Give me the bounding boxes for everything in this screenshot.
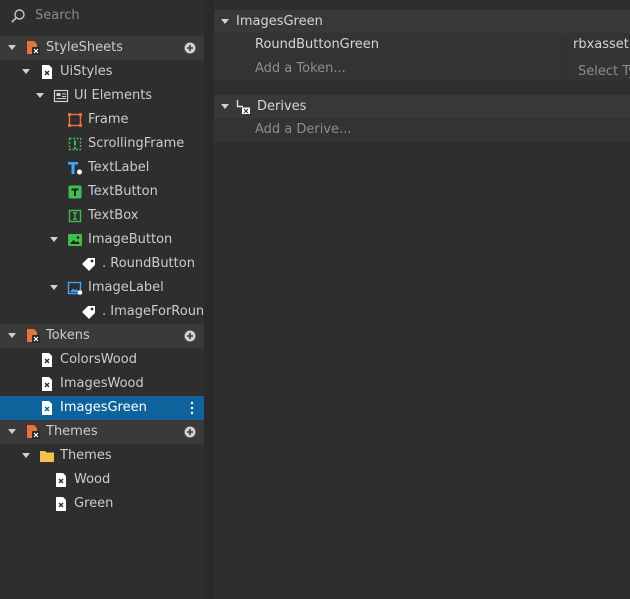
ui-elements-icon: [53, 89, 69, 103]
derives-group-header[interactable]: Derives: [214, 95, 630, 118]
token-editor-panel: ImagesGreen RoundButtonGreen rbxassetid:…: [214, 0, 630, 599]
tree-item-imageforround[interactable]: . ImageForRound: [0, 300, 204, 324]
tree-label-textbutton: TextButton: [88, 184, 158, 199]
tree-label-scrollingframe: ScrollingFrame: [88, 136, 185, 151]
search-bar[interactable]: Search: [0, 0, 204, 34]
stylesheet-tree: StyleSheets UiStyles UI Elements Frame S…: [0, 36, 204, 516]
add-derive-row[interactable]: Add a Derive...: [214, 118, 630, 142]
tree-item-green[interactable]: Green: [0, 492, 204, 516]
tree-item-imagesgreen[interactable]: ImagesGreen: [0, 396, 204, 420]
tree-label-imagesgreen: ImagesGreen: [60, 400, 147, 415]
tree-label-colorswood: ColorsWood: [60, 352, 137, 367]
token-row[interactable]: RoundButtonGreen rbxassetid://: [214, 33, 630, 81]
tree-item-themes-folder[interactable]: Themes: [0, 444, 204, 468]
vertical-ellipsis-icon[interactable]: [190, 401, 194, 415]
token-value[interactable]: rbxassetid://: [573, 33, 630, 57]
text-button-icon: [68, 185, 82, 199]
add-token-sheet-icon[interactable]: [184, 330, 196, 342]
tree-section-tokens[interactable]: Tokens: [0, 324, 204, 348]
scrolling-frame-icon: [68, 137, 82, 151]
tree-label-imagelabel: ImageLabel: [88, 280, 164, 295]
stylesheet-icon: [27, 41, 40, 55]
stylesheet-icon: [27, 425, 40, 439]
tree-section-stylesheets[interactable]: StyleSheets: [0, 36, 204, 60]
tree-label-themes-folder: Themes: [60, 448, 112, 463]
chevron-down-icon[interactable]: [8, 429, 16, 434]
style-document-icon: [56, 497, 66, 511]
tree-label-tokens: Tokens: [46, 328, 90, 343]
style-document-icon: [42, 353, 52, 367]
chevron-down-icon[interactable]: [221, 104, 229, 109]
tree-label-themes: Themes: [46, 424, 98, 439]
tree-label-imagebutton: ImageButton: [88, 232, 173, 247]
select-type-dropdown[interactable]: Select Type: [578, 60, 630, 84]
tag-icon: [82, 258, 95, 271]
tree-item-textbutton[interactable]: TextButton: [0, 180, 204, 204]
panel-divider[interactable]: [204, 0, 214, 599]
tree-label-roundbutton: . RoundButton: [102, 256, 195, 271]
tree-label-ui-elements: UI Elements: [74, 88, 153, 103]
chevron-down-icon[interactable]: [221, 19, 229, 24]
chevron-down-icon[interactable]: [50, 237, 58, 242]
tree-item-imageswood[interactable]: ImagesWood: [0, 372, 204, 396]
image-button-icon: [68, 234, 82, 246]
tree-label-green: Green: [74, 496, 114, 511]
tree-item-imagelabel[interactable]: ImageLabel: [0, 276, 204, 300]
token-group: ImagesGreen RoundButtonGreen rbxassetid:…: [214, 10, 630, 81]
text-label-icon: [68, 162, 82, 175]
tree-item-frame[interactable]: Frame: [0, 108, 204, 132]
tree-label-uistyles: UiStyles: [60, 64, 113, 79]
tree-item-roundbutton[interactable]: . RoundButton: [0, 252, 204, 276]
explorer-panel: Search StyleSheets UiStyles UI Elements …: [0, 0, 204, 599]
tree-label-imageswood: ImagesWood: [60, 376, 144, 391]
folder-icon: [40, 451, 54, 462]
search-icon: [11, 9, 25, 23]
chevron-down-icon[interactable]: [8, 333, 16, 338]
add-stylesheet-icon[interactable]: [184, 42, 196, 54]
chevron-down-icon[interactable]: [8, 45, 16, 50]
stylesheet-icon: [27, 329, 40, 343]
tree-label-textlabel: TextLabel: [88, 160, 150, 175]
token-group-header[interactable]: ImagesGreen: [214, 10, 630, 33]
token-group-title: ImagesGreen: [236, 14, 323, 29]
tree-item-wood[interactable]: Wood: [0, 468, 204, 492]
tree-item-uistyles[interactable]: UiStyles: [0, 60, 204, 84]
chevron-down-icon[interactable]: [36, 93, 44, 98]
tree-item-colorswood[interactable]: ColorsWood: [0, 348, 204, 372]
style-document-icon: [42, 65, 52, 79]
chevron-down-icon[interactable]: [50, 285, 58, 290]
style-document-icon: [42, 401, 52, 415]
tree-item-textbox[interactable]: TextBox: [0, 204, 204, 228]
add-theme-icon[interactable]: [184, 426, 196, 438]
style-document-icon: [56, 473, 66, 487]
style-document-icon: [42, 377, 52, 391]
tree-label-wood: Wood: [74, 472, 111, 487]
add-token-row[interactable]: Add a Token... Select Type: [214, 57, 630, 81]
tree-label-frame: Frame: [88, 112, 129, 127]
tree-label-stylesheets: StyleSheets: [46, 40, 124, 55]
token-name[interactable]: RoundButtonGreen: [255, 33, 379, 57]
tree-item-imagebutton[interactable]: ImageButton: [0, 228, 204, 252]
search-input[interactable]: Search: [35, 8, 80, 23]
frame-icon: [68, 113, 82, 127]
chevron-down-icon[interactable]: [22, 69, 30, 74]
tag-icon: [82, 306, 95, 319]
chevron-down-icon[interactable]: [22, 453, 30, 458]
add-derive-input[interactable]: Add a Derive...: [255, 118, 351, 142]
add-token-input[interactable]: Add a Token...: [255, 57, 346, 81]
derives-group-title: Derives: [257, 99, 307, 114]
derives-group: Derives Add a Derive...: [214, 95, 630, 142]
tree-section-themes[interactable]: Themes: [0, 420, 204, 444]
image-label-icon: [67, 281, 83, 295]
tree-item-ui-elements[interactable]: UI Elements: [0, 84, 204, 108]
tree-label-textbox: TextBox: [88, 208, 139, 223]
tree-label-imageforround: . ImageForRound: [102, 304, 204, 319]
derives-icon: [236, 100, 250, 114]
tree-item-scrollingframe[interactable]: ScrollingFrame: [0, 132, 204, 156]
tree-item-textlabel[interactable]: TextLabel: [0, 156, 204, 180]
text-box-icon: [68, 209, 82, 223]
